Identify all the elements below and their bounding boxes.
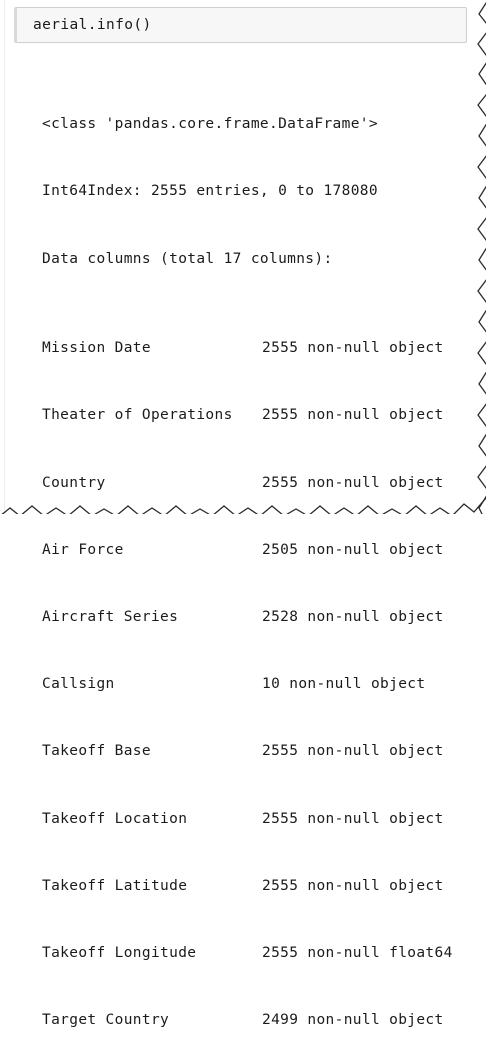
column-name: Takeoff Latitude (42, 877, 188, 894)
cell-output: <class 'pandas.core.frame.DataFrame'> In… (0, 46, 500, 1052)
column-name: Air Force (42, 541, 124, 558)
column-nonnull-info: 2555 non-null float64 (262, 945, 453, 962)
column-nonnull-info: 2528 non-null object (262, 609, 444, 626)
column-nonnull-info: 2555 non-null object (262, 474, 444, 491)
column-nonnull-info: 2555 non-null object (262, 810, 444, 827)
column-nonnull-info: 2555 non-null object (262, 340, 444, 357)
column-nonnull-info: 2555 non-null object (262, 407, 444, 424)
column-nonnull-info: 10 non-null object (262, 676, 426, 693)
output-datacolumns-line: Data columns (total 17 columns): (42, 250, 333, 267)
column-row: Callsign 10 non-null object (0, 673, 500, 695)
column-name: Takeoff Longitude (42, 945, 197, 962)
column-name: Theater of Operations (42, 407, 233, 424)
column-row: Aircraft Series 2528 non-null object (0, 606, 500, 628)
column-nonnull-info: 2499 non-null object (262, 1012, 444, 1029)
column-nonnull-info: 2555 non-null object (262, 877, 444, 894)
column-name: Aircraft Series (42, 609, 179, 626)
column-row: Air Force 2505 non-null object (0, 539, 500, 561)
column-row: Takeoff Base 2555 non-null object (0, 740, 500, 762)
column-row: Takeoff Longitude 2555 non-null float64 (0, 942, 500, 964)
column-nonnull-info: 2555 non-null object (262, 743, 444, 760)
column-name: Takeoff Location (42, 810, 188, 827)
column-name: Target Country (42, 1012, 170, 1029)
column-row: Target Country 2499 non-null object (0, 1009, 500, 1031)
column-nonnull-info: 2505 non-null object (262, 541, 444, 558)
code-input-cell[interactable]: aerial.info() (14, 7, 467, 43)
column-row: Theater of Operations 2555 non-null obje… (0, 404, 500, 426)
column-name: Country (42, 474, 106, 491)
code-input-text[interactable]: aerial.info() (33, 16, 152, 34)
column-name: Mission Date (42, 340, 151, 357)
column-row: Country 2555 non-null object (0, 472, 500, 494)
column-row: Takeoff Location 2555 non-null object (0, 808, 500, 830)
output-index-line: Int64Index: 2555 entries, 0 to 178080 (42, 183, 378, 200)
output-class-line: <class 'pandas.core.frame.DataFrame'> (42, 116, 378, 133)
column-row: Mission Date 2555 non-null object (0, 337, 500, 359)
column-name: Callsign (42, 676, 115, 693)
column-row: Takeoff Latitude 2555 non-null object (0, 875, 500, 897)
column-name: Takeoff Base (42, 743, 151, 760)
